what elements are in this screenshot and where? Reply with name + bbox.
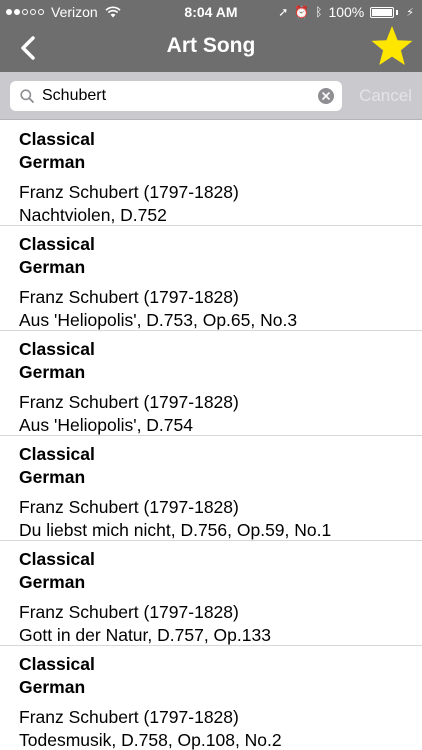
- result-language: German: [19, 677, 86, 697]
- result-title: Gott in der Natur, D.757, Op.133: [19, 625, 271, 645]
- result-composer: Franz Schubert (1797-1828): [19, 392, 239, 412]
- result-composer: Franz Schubert (1797-1828): [19, 497, 239, 517]
- clear-search-button[interactable]: [318, 88, 334, 104]
- list-item[interactable]: Classical German Franz Schubert (1797-1828…: [0, 541, 422, 646]
- cancel-button[interactable]: Cancel: [359, 86, 412, 106]
- result-composer: Franz Schubert (1797-1828): [19, 182, 239, 202]
- result-category: Classical: [19, 654, 95, 674]
- close-icon: [322, 92, 330, 100]
- location-arrow-icon: ➚: [278, 5, 289, 19]
- result-language: German: [19, 152, 86, 172]
- result-composer: Franz Schubert (1797-1828): [19, 287, 239, 307]
- page-title: Art Song: [166, 34, 256, 57]
- result-title: Du liebst mich nicht, D.756, Op.59, No.1: [19, 520, 332, 540]
- list-item[interactable]: Classical German Franz Schubert (1797-1828…: [0, 121, 422, 226]
- header: Verizon 8:04 AM ➚ ⏰ ᛒ 100% ⚡ Art Song: [0, 0, 422, 72]
- charging-bolt-icon: ⚡: [406, 6, 414, 19]
- status-right: ➚ ⏰ ᛒ 100% ⚡: [278, 4, 414, 20]
- favorite-button[interactable]: [370, 24, 414, 68]
- list-item[interactable]: Classical German Franz Schubert (1797-1828…: [0, 436, 422, 541]
- battery-icon: [370, 6, 399, 18]
- result-composer: Franz Schubert (1797-1828): [19, 602, 239, 622]
- bluetooth-icon: ᛒ: [315, 5, 323, 19]
- result-language: German: [19, 362, 86, 382]
- navigation-bar: Art Song: [0, 24, 422, 72]
- result-title: Aus 'Heliopolis', D.754: [19, 415, 193, 435]
- list-item[interactable]: Classical German Franz Schubert (1797-1828…: [0, 646, 422, 750]
- result-language: German: [19, 467, 86, 487]
- search-icon: [20, 89, 34, 103]
- result-category: Classical: [19, 339, 95, 359]
- star-icon: [371, 26, 413, 65]
- status-bar: Verizon 8:04 AM ➚ ⏰ ᛒ 100% ⚡: [0, 0, 422, 24]
- result-title: Todesmusik, D.758, Op.108, No.2: [19, 730, 282, 750]
- search-bar: Cancel: [0, 72, 422, 120]
- result-category: Classical: [19, 129, 95, 149]
- result-category: Classical: [19, 549, 95, 569]
- results-list: Classical German Franz Schubert (1797-1828…: [0, 121, 422, 750]
- result-category: Classical: [19, 234, 95, 254]
- result-composer: Franz Schubert (1797-1828): [19, 707, 239, 727]
- result-language: German: [19, 257, 86, 277]
- result-title: Aus 'Heliopolis', D.753, Op.65, No.3: [19, 310, 298, 330]
- search-input[interactable]: [42, 84, 312, 108]
- search-field[interactable]: [10, 81, 342, 111]
- result-title: Nachtviolen, D.752: [19, 205, 167, 225]
- list-item[interactable]: Classical German Franz Schubert (1797-1828…: [0, 331, 422, 436]
- battery-percent: 100%: [328, 4, 365, 20]
- list-item[interactable]: Classical German Franz Schubert (1797-1828…: [0, 226, 422, 331]
- result-category: Classical: [19, 444, 95, 464]
- result-language: German: [19, 572, 86, 592]
- alarm-clock-icon: ⏰: [294, 5, 310, 19]
